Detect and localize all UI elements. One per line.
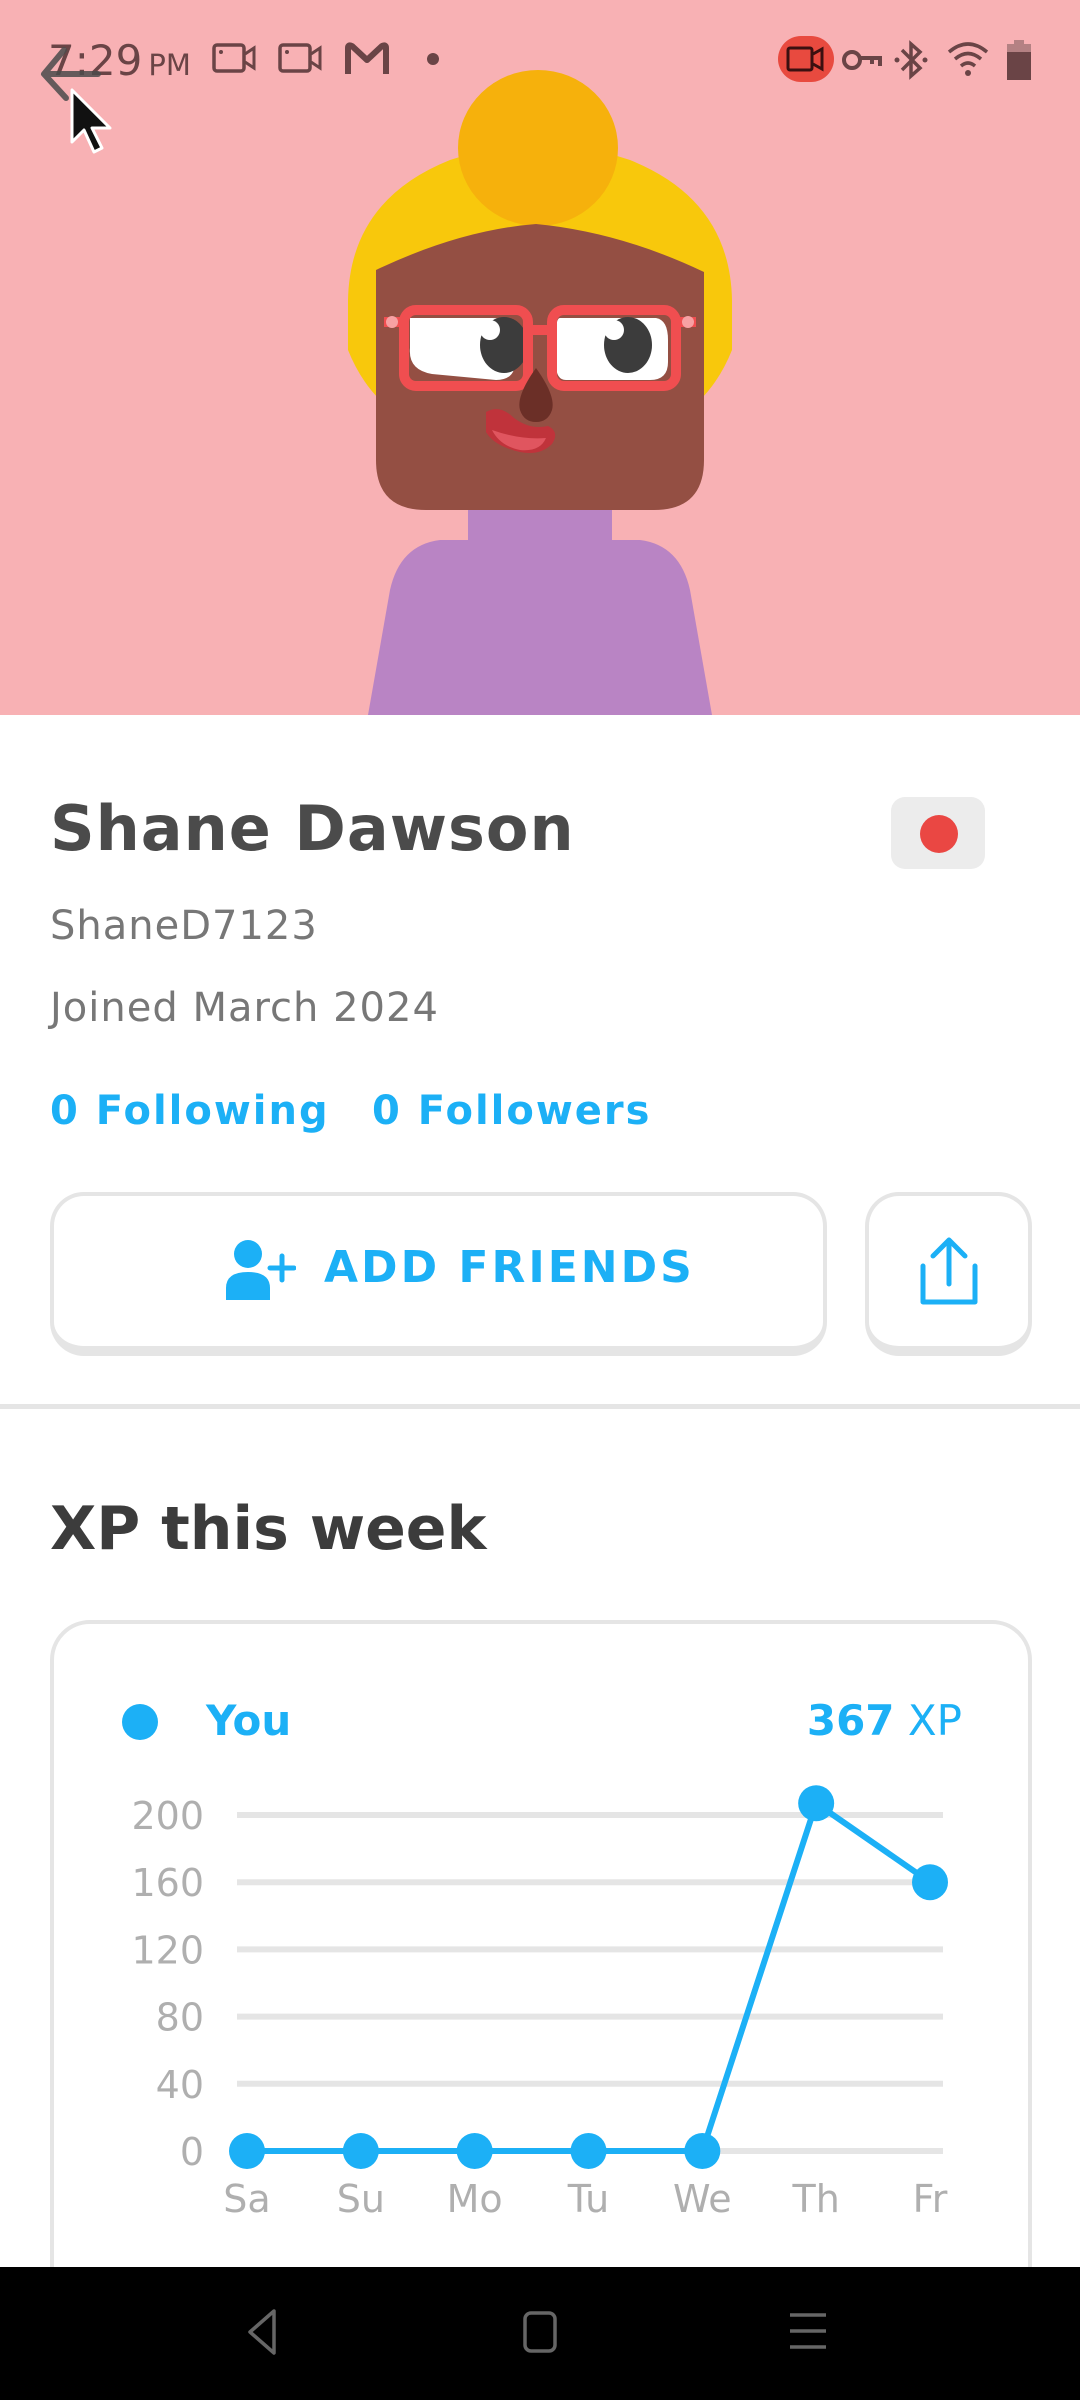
add-user-icon xyxy=(226,1240,296,1300)
avatar-body xyxy=(368,510,712,715)
mouse-cursor-icon xyxy=(70,88,112,154)
nav-recents-icon[interactable] xyxy=(788,2307,828,2357)
country-flag-japan-icon xyxy=(920,815,958,853)
y-tick-label: 0 xyxy=(180,2130,204,2174)
xp-chart-card: You 367 XP 0 40 80 120 160 200 Sa Su Mo Tu We Th Fr xyxy=(50,1620,1032,2340)
profile-joined-date: Joined March 2024 xyxy=(50,985,439,1031)
profile-name: Shane Dawson xyxy=(50,792,575,865)
chart-gridlines xyxy=(237,1812,943,2154)
following-link[interactable]: 0 Following xyxy=(50,1088,330,1134)
data-point-sa xyxy=(229,2133,265,2169)
x-tick-label: Fr xyxy=(913,2177,948,2221)
y-tick-label: 200 xyxy=(131,1794,204,1838)
video-camera-icon xyxy=(278,43,322,73)
country-flag-button[interactable] xyxy=(891,797,985,869)
notification-dot-icon xyxy=(427,53,439,65)
nav-home-icon[interactable] xyxy=(522,2307,558,2357)
chart-points xyxy=(229,1785,948,2169)
vpn-key-icon xyxy=(842,50,882,70)
data-point-th xyxy=(798,1785,835,1822)
x-tick-label: Sa xyxy=(223,2177,270,2221)
data-point-mo xyxy=(456,2133,493,2169)
wifi-icon xyxy=(947,42,989,76)
x-tick-label: We xyxy=(673,2177,732,2221)
share-icon xyxy=(920,1237,978,1305)
bluetooth-icon xyxy=(894,40,928,80)
x-tick-label: Mo xyxy=(447,2177,503,2221)
followers-link[interactable]: 0 Followers xyxy=(372,1088,651,1134)
screen-record-icon xyxy=(778,36,834,82)
chart-y-ticks: 0 40 80 120 160 200 xyxy=(131,1794,204,2174)
system-nav-bar xyxy=(0,2267,1080,2400)
data-point-tu xyxy=(570,2133,607,2169)
share-profile-button[interactable] xyxy=(865,1192,1032,1356)
y-tick-label: 80 xyxy=(156,1996,204,2040)
y-tick-label: 160 xyxy=(131,1861,204,1905)
x-tick-label: Su xyxy=(337,2177,385,2221)
add-friends-button[interactable]: ADD FRIENDS xyxy=(50,1192,827,1356)
x-tick-label: Th xyxy=(792,2177,840,2221)
time-ampm: PM xyxy=(148,48,191,82)
gmail-icon xyxy=(345,42,389,74)
battery-icon xyxy=(1007,40,1031,80)
series-line-you xyxy=(247,1800,932,2154)
status-bar: 7:29 PM xyxy=(0,0,1080,120)
xp-line-chart: 0 40 80 120 160 200 Sa Su Mo Tu We Th Fr xyxy=(131,1785,948,2221)
add-friends-label: ADD FRIENDS xyxy=(324,1242,695,1293)
nav-back-icon[interactable] xyxy=(244,2307,280,2357)
xp-section-title: XP this week xyxy=(50,1494,487,1564)
y-tick-label: 120 xyxy=(131,1928,204,1972)
section-divider xyxy=(0,1404,1080,1409)
profile-username: ShaneD7123 xyxy=(50,903,318,949)
y-tick-label: 40 xyxy=(156,2063,204,2107)
chart-x-ticks: Sa Su Mo Tu We Th Fr xyxy=(223,2177,947,2221)
data-point-we xyxy=(684,2133,721,2169)
video-camera-icon xyxy=(212,43,256,73)
data-point-su xyxy=(342,2133,379,2169)
chart-series-line xyxy=(247,1800,932,2154)
data-point-fr xyxy=(912,1864,948,1901)
x-tick-label: Tu xyxy=(567,2177,610,2221)
